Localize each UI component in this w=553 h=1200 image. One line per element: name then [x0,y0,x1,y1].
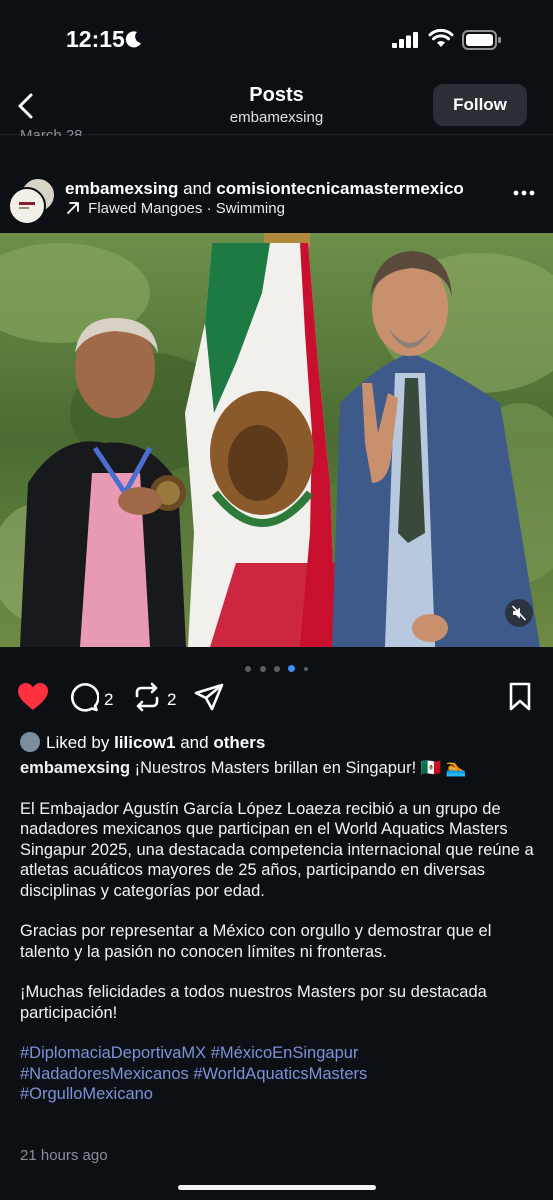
music-attribution[interactable]: Flawed Mangoes · Swimming [66,200,285,217]
author-embamexsing[interactable]: embamexsing [65,179,178,198]
carousel-dot-active [288,665,296,673]
more-icon[interactable] [513,188,535,198]
repost-count: 2 [167,690,177,709]
post-header: embamexsing and comisiontecnicamastermex… [0,172,553,228]
post-image [0,233,553,647]
mute-icon [512,605,526,621]
liked-prefix: Liked by [46,733,110,752]
embassy-logo-icon [17,196,37,216]
battery-icon [462,30,501,50]
post-photo[interactable] [0,233,553,647]
share-icon[interactable] [194,682,224,712]
liked-by[interactable]: Liked by lilicow1 and others [20,732,265,753]
arrow-up-right-icon [67,202,79,214]
authors-conjunction: and [183,179,212,198]
hashtag-line[interactable]: #OrgulloMexicano [20,1084,540,1105]
status-bar: 12:15 [0,0,553,80]
music-label: Flawed Mangoes · Swimming [88,200,285,217]
mute-button[interactable] [505,599,533,627]
comment-icon[interactable] [69,682,99,712]
author-comision[interactable]: comisiontecnicamastermexico [216,179,464,198]
liked-others[interactable]: others [213,733,265,752]
hashtag-line[interactable]: #DiplomaciaDeportivaMX #MéxicoEnSingapur [20,1043,540,1064]
follow-button[interactable]: Follow [433,84,527,126]
caption-first-line: ¡Nuestros Masters brillan en Singapur! 🇲… [134,759,467,777]
hashtags: #DiplomaciaDeportivaMX #MéxicoEnSingapur… [20,1043,540,1105]
heart-icon[interactable] [17,682,49,712]
moon-icon [125,31,141,48]
liked-and: and [180,733,209,752]
liker-avatar [20,732,40,752]
carousel-dot [259,665,266,672]
liked-user[interactable]: lilicow1 [114,733,175,752]
wifi-icon [428,28,454,47]
status-time: 12:15 [66,26,125,52]
action-bar: 2 2 [0,682,553,716]
home-indicator[interactable] [178,1185,376,1190]
comment-count: 2 [104,690,114,709]
caption-username[interactable]: embamexsing [20,759,130,777]
post-authors: embamexsing and comisiontecnicamastermex… [65,179,464,199]
post-timestamp: 21 hours ago [20,1147,108,1164]
carousel-dot [303,666,308,671]
bookmark-icon[interactable] [508,682,532,712]
hashtag-line[interactable]: #NadadoresMexicanos #WorldAquaticsMaster… [20,1064,540,1085]
avatar-embamexsing [8,187,46,225]
carousel-dot [274,665,280,672]
caption-paragraph-3: ¡Muchas felicidades a todos nuestros Mas… [20,983,487,1022]
carousel-dot [245,665,252,672]
previous-post-date: March 28 [20,127,83,136]
carousel-indicator [0,660,553,678]
posts-header: Posts embamexsing Follow [0,80,553,135]
post-caption: embamexsing ¡Nuestros Masters brillan en… [20,758,540,1105]
author-avatars[interactable] [8,177,56,225]
caption-paragraph-2: Gracias por representar a México con org… [20,922,492,961]
repost-icon[interactable] [132,682,162,712]
caption-paragraph-1: El Embajador Agustín García López Loaeza… [20,799,534,900]
signal-icon [392,32,418,48]
